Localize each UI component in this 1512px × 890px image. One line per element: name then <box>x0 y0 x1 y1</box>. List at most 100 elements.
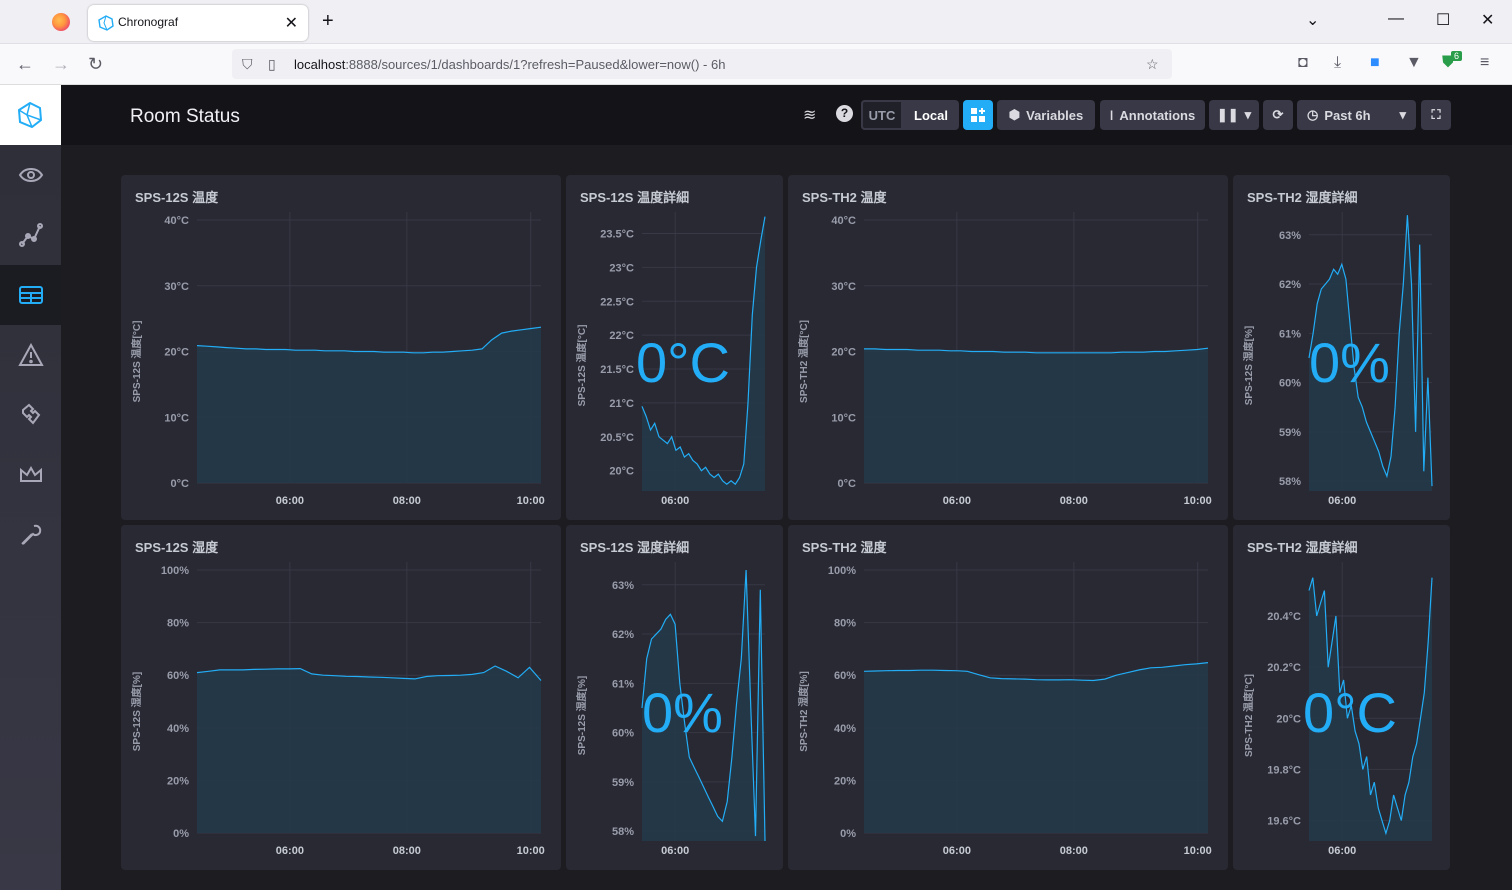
close-tab-icon[interactable]: ✕ <box>285 13 298 33</box>
back-icon[interactable]: ← <box>16 54 34 75</box>
x-tick-label: 10:00 <box>1184 495 1212 507</box>
series-area <box>864 662 1208 833</box>
utc-option[interactable]: UTC <box>861 100 903 130</box>
zoom-extension-icon[interactable]: ■ <box>1370 54 1380 72</box>
add-cell-button[interactable] <box>963 100 993 130</box>
timezone-toggle[interactable]: UTC Local <box>861 100 959 130</box>
graph-icon <box>18 223 43 247</box>
y-axis-label: SPS-12S 湿度[%] <box>130 672 143 751</box>
sidebar-item-configuration[interactable] <box>0 505 61 565</box>
y-tick-label: 60% <box>167 670 189 682</box>
y-tick-label: 21.5°C <box>600 364 634 376</box>
sidebar-item-admin[interactable] <box>0 445 61 505</box>
url-text[interactable]: localhost:8888/sources/1/dashboards/1?re… <box>294 57 725 72</box>
cell-spsth2-temperature-detail[interactable]: SPS-TH2 湿度詳細 20.4°C 20.2°C 20°C 19.8°C 19.6°… <box>1233 525 1450 870</box>
menu-icon[interactable]: ≡ <box>1480 54 1489 72</box>
minimize-icon[interactable]: — <box>1388 10 1404 28</box>
browser-tabbar: Chronograf ✕ + ⌄ — ☐ ✕ <box>0 0 1512 44</box>
cell-sps12s-temperature[interactable]: SPS-12S 温度 40°C 30°C 20°C 10°C 0°C 06:00 08:00… <box>121 175 561 520</box>
y-axis-label: SPS-TH2 温度[°C] <box>797 320 810 403</box>
refresh-button[interactable]: ⟳ <box>1263 100 1293 130</box>
y-axis-label: SPS-12S 湿度[%] <box>575 676 588 755</box>
single-stat-value: 0°C <box>636 331 730 394</box>
tab-list-icon[interactable]: ⌄ <box>1306 10 1319 30</box>
y-tick-label: 20°C <box>164 347 189 359</box>
database-icon[interactable]: ≋ <box>803 105 816 125</box>
refresh-icon: ⟳ <box>1272 107 1284 122</box>
cell-spsth2-humidity-detail[interactable]: SPS-TH2 湿度詳細 63% 62% 61% 60% 59% 58% 06:00 SPS-… <box>1233 175 1450 520</box>
single-stat-value: 0% <box>642 681 723 744</box>
autorefresh-dropdown[interactable]: ❚❚ ▾ <box>1209 100 1259 130</box>
y-tick-label: 58% <box>612 826 634 838</box>
cell-sps12s-humidity[interactable]: SPS-12S 湿度 100% 80% 60% 40% 20% 0% 06:00 08:00 1… <box>121 525 561 870</box>
pocket-icon[interactable]: ◘ <box>1298 54 1308 72</box>
y-tick-label: 60% <box>612 728 634 740</box>
eye-icon <box>18 168 43 182</box>
y-axis-label: SPS-12S 温度[°C] <box>575 325 588 407</box>
y-tick-label: 40% <box>834 723 856 735</box>
dashboard-grid: SPS-12S 温度 40°C 30°C 20°C 10°C 0°C 06:00 08:00… <box>61 145 1512 890</box>
sidebar-item-alerting[interactable] <box>0 325 61 385</box>
download-icon[interactable]: ⤓ <box>1334 54 1341 72</box>
local-option[interactable]: Local <box>903 100 959 130</box>
y-tick-label: 100% <box>161 565 189 577</box>
y-tick-label: 40°C <box>164 215 189 227</box>
cube-icon: ⬢ <box>1008 107 1021 122</box>
firefox-icon[interactable] <box>52 13 70 31</box>
y-tick-label: 20°C <box>609 466 634 478</box>
y-tick-label: 0% <box>173 828 189 840</box>
x-tick-label: 06:00 <box>1328 845 1356 857</box>
cell-sps12s-temperature-detail[interactable]: SPS-12S 温度詳細 23.5°C 23°C 22.5°C 22°C 21.5°C 2… <box>566 175 783 520</box>
y-axis-label: SPS-12S 湿度[%] <box>1242 326 1255 405</box>
sidebar-item-dashboards[interactable] <box>0 265 61 325</box>
add-cell-icon <box>971 108 985 122</box>
y-axis-label: SPS-TH2 湿度[%] <box>797 671 810 752</box>
chart-svg: 100% 80% 60% 40% 20% 0% 06:00 08:00 10:00 SPS-12S… <box>130 562 545 857</box>
page-icon[interactable]: ▯ <box>268 56 276 73</box>
vue-extension-icon[interactable]: ▼ <box>1406 54 1422 72</box>
annotation-pin-icon: ǀ <box>1109 107 1114 123</box>
y-tick-label: 23.5°C <box>600 229 634 241</box>
y-tick-label: 20.4°C <box>1267 611 1301 623</box>
x-tick-label: 08:00 <box>393 845 421 857</box>
help-icon[interactable]: ? <box>836 105 853 122</box>
y-tick-label: 20°C <box>1276 713 1301 725</box>
new-tab-button[interactable]: + <box>322 10 334 33</box>
x-tick-label: 06:00 <box>276 495 304 507</box>
presentation-mode-button[interactable]: ⛶ <box>1421 100 1451 130</box>
close-window-icon[interactable]: ✕ <box>1481 10 1494 30</box>
x-tick-label: 10:00 <box>517 845 545 857</box>
cell-sps12s-humidity-detail[interactable]: SPS-12S 湿度詳細 63% 62% 61% 60% 59% 58% 06:00 SPS-… <box>566 525 783 870</box>
y-tick-label: 19.8°C <box>1267 764 1301 776</box>
y-tick-label: 20% <box>834 775 856 787</box>
sidebar-item-data-explorer[interactable] <box>0 205 61 265</box>
y-axis-label: SPS-12S 温度[°C] <box>130 321 143 403</box>
sidebar-item-log-viewer[interactable] <box>0 385 61 445</box>
alert-triangle-icon <box>17 343 44 366</box>
chart-svg: 40°C 30°C 20°C 10°C 0°C 06:00 08:00 10:00 SPS-TH… <box>797 212 1212 507</box>
x-tick-label: 06:00 <box>1328 495 1356 507</box>
y-tick-label: 58% <box>1279 476 1301 488</box>
chronograf-logo[interactable] <box>0 85 61 145</box>
maximize-icon[interactable]: ☐ <box>1436 10 1450 30</box>
y-tick-label: 10°C <box>831 412 856 424</box>
forward-icon[interactable]: → <box>52 54 70 75</box>
caret-down-icon: ▾ <box>1399 107 1406 122</box>
x-tick-label: 08:00 <box>393 495 421 507</box>
expand-icon: ⛶ <box>1431 107 1441 122</box>
browser-tab[interactable]: Chronograf ✕ <box>88 5 308 41</box>
variables-button[interactable]: ⬢ Variables <box>997 100 1095 130</box>
bookmark-star-icon[interactable]: ☆ <box>1146 56 1159 73</box>
x-tick-label: 10:00 <box>517 495 545 507</box>
cell-spsth2-temperature[interactable]: SPS-TH2 温度 40°C 30°C 20°C 10°C 0°C 06:00 08:00… <box>788 175 1228 520</box>
pause-icon: ❚❚ <box>1216 107 1239 122</box>
url-bar[interactable]: ⛉ ▯ localhost:8888/sources/1/dashboards/… <box>232 49 1172 79</box>
annotations-button[interactable]: ǀ Annotations <box>1100 100 1205 130</box>
reload-icon[interactable]: ↻ <box>88 54 103 75</box>
page-title[interactable]: Room Status <box>130 106 240 128</box>
time-range-dropdown[interactable]: ◷ Past 6h ▾ <box>1297 100 1416 130</box>
cell-spsth2-humidity[interactable]: SPS-TH2 湿度 100% 80% 60% 40% 20% 0% 06:00 08:00 1… <box>788 525 1228 870</box>
shield-icon[interactable]: ⛉ <box>242 56 253 73</box>
sidebar-item-host-list[interactable] <box>0 145 61 205</box>
y-tick-label: 61% <box>612 678 634 690</box>
